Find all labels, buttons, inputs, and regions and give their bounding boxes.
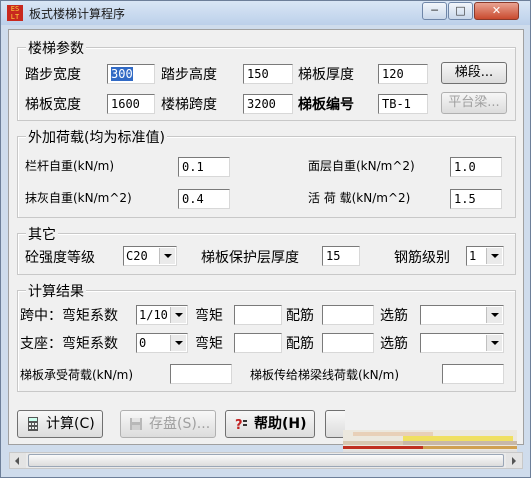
- slab-width-label: 梯板宽度: [25, 97, 81, 113]
- cover-thickness-label: 梯板保护层厚度: [201, 250, 299, 266]
- chevron-down-icon: [486, 307, 502, 323]
- calculator-icon: [28, 417, 38, 431]
- tread-height-label: 踏步高度: [161, 67, 217, 83]
- scroll-right-arrow-icon[interactable]: [506, 453, 522, 468]
- rebar-grade-label: 钢筋级别: [394, 250, 450, 266]
- help-button[interactable]: ? 帮助(H): [225, 410, 315, 438]
- support-moment-label: 弯矩: [195, 336, 223, 352]
- tread-height-field[interactable]: 150: [243, 64, 293, 84]
- plaster-field[interactable]: 0.4: [178, 189, 230, 209]
- mid-bar-select[interactable]: [420, 305, 504, 325]
- mid-reinforcement-field[interactable]: [322, 305, 374, 325]
- tread-width-field[interactable]: 300: [107, 64, 155, 84]
- save-button[interactable]: 存盘(S)...: [120, 410, 216, 438]
- loads-group: 外加荷载(均为标准值) 栏杆自重(kN/m) 0.1 面层自重(kN/m^2) …: [17, 127, 516, 218]
- app-icon: ES LT: [7, 5, 23, 21]
- concrete-grade-value: C20: [126, 249, 148, 263]
- horizontal-scrollbar[interactable]: [9, 452, 523, 469]
- window-title: 板式楼梯计算程序: [29, 7, 126, 21]
- mid-bar-select-label: 选筋: [380, 308, 408, 324]
- mid-moment-field[interactable]: [234, 305, 282, 325]
- save-disk-icon: [130, 418, 142, 430]
- rebar-grade-value: 1: [469, 249, 477, 263]
- slab-capacity-field[interactable]: [170, 364, 232, 384]
- rebar-grade-select[interactable]: 1: [466, 246, 504, 266]
- mid-moment-coef-value: 1/10: [139, 308, 168, 322]
- support-reinforcement-label: 配筋: [286, 336, 314, 352]
- scroll-thumb[interactable]: [28, 454, 504, 467]
- cover-thickness-field[interactable]: 15: [322, 246, 360, 266]
- results-group: 计算结果 跨中：弯矩系数 1/10 弯矩 配筋 选筋 支座：弯矩系数 0 弯矩 …: [17, 281, 516, 392]
- beam-line-load-field[interactable]: [442, 364, 504, 384]
- slab-capacity-label: 梯板承受荷载(kN/m): [20, 368, 134, 382]
- slab-thickness-label: 梯板厚度: [298, 67, 354, 83]
- stair-params-group: 楼梯参数 踏步宽度 300 踏步高度 150 梯板厚度 120 梯段... 梯板…: [17, 38, 516, 121]
- surface-label: 面层自重(kN/m^2): [308, 159, 415, 173]
- slab-width-field[interactable]: 1600: [107, 94, 155, 114]
- surface-field[interactable]: 1.0: [450, 157, 502, 177]
- minimize-button[interactable]: ─: [422, 2, 447, 20]
- chevron-down-icon: [486, 335, 502, 351]
- chevron-down-icon: [170, 335, 186, 351]
- help-label: 帮助(H): [254, 416, 307, 432]
- exit-button[interactable]: [325, 410, 345, 438]
- calculate-button[interactable]: 计算(C): [17, 410, 103, 438]
- loads-legend: 外加荷载(均为标准值): [26, 127, 167, 147]
- stair-params-legend: 楼梯参数: [26, 38, 86, 58]
- chevron-down-icon: [486, 248, 502, 264]
- support-moment-field[interactable]: [234, 333, 282, 353]
- landing-beam-button[interactable]: 平台梁...: [441, 92, 507, 114]
- save-label: 存盘(S)...: [149, 416, 211, 432]
- tread-width-label: 踏步宽度: [25, 67, 81, 83]
- app-window: ES LT 板式楼梯计算程序 ─ □ ✕ 楼梯参数 踏步宽度 300 踏步高度 …: [0, 0, 531, 478]
- live-load-field[interactable]: 1.5: [450, 189, 502, 209]
- segment-button[interactable]: 梯段...: [441, 62, 507, 84]
- svg-text:?: ?: [235, 418, 243, 431]
- mid-moment-coef-select[interactable]: 1/10: [136, 305, 188, 325]
- slab-id-label: 梯板编号: [298, 97, 354, 113]
- support-moment-coef-select[interactable]: 0: [136, 333, 188, 353]
- support-moment-coef-value: 0: [139, 336, 147, 350]
- railing-field[interactable]: 0.1: [178, 157, 230, 177]
- title-bar: ES LT 板式楼梯计算程序 ─ □ ✕: [1, 1, 530, 25]
- close-icon: ✕: [491, 4, 502, 17]
- help-icon: ?: [235, 418, 247, 431]
- scroll-left-arrow-icon[interactable]: [10, 453, 26, 468]
- support-bar-select-label: 选筋: [380, 336, 408, 352]
- plaster-label: 抹灰自重(kN/m^2): [25, 191, 132, 205]
- span-field[interactable]: 3200: [243, 94, 293, 114]
- maximize-icon: □: [455, 4, 466, 17]
- calculate-label: 计算(C): [46, 416, 95, 432]
- slab-thickness-field[interactable]: 120: [378, 64, 428, 84]
- concrete-grade-label: 砼强度等级: [25, 250, 95, 266]
- other-group: 其它 砼强度等级 C20 梯板保护层厚度 15 钢筋级别 1: [17, 224, 516, 275]
- railing-label: 栏杆自重(kN/m): [25, 159, 115, 173]
- close-button[interactable]: ✕: [474, 2, 519, 20]
- slab-id-field[interactable]: TB-1: [378, 94, 428, 114]
- support-moment-coef-label: 支座：弯矩系数: [20, 336, 118, 352]
- tread-width-value: 300: [111, 67, 133, 81]
- span-label: 楼梯跨度: [161, 97, 217, 113]
- live-load-label: 活 荷 载(kN/m^2): [308, 191, 411, 205]
- results-legend: 计算结果: [26, 281, 86, 301]
- other-legend: 其它: [26, 224, 58, 244]
- chevron-down-icon: [170, 307, 186, 323]
- support-bar-select[interactable]: [420, 333, 504, 353]
- maximize-button[interactable]: □: [448, 2, 473, 20]
- beam-line-load-label: 梯板传给梯梁线荷载(kN/m): [250, 368, 400, 382]
- mid-moment-label: 弯矩: [195, 308, 223, 324]
- mid-reinforcement-label: 配筋: [286, 308, 314, 324]
- support-reinforcement-field[interactable]: [322, 333, 374, 353]
- minimize-icon: ─: [431, 4, 438, 17]
- concrete-grade-select[interactable]: C20: [123, 246, 177, 266]
- mid-moment-coef-label: 跨中：弯矩系数: [20, 308, 118, 324]
- dialog-client: 楼梯参数 踏步宽度 300 踏步高度 150 梯板厚度 120 梯段... 梯板…: [8, 29, 524, 456]
- chevron-down-icon: [159, 248, 175, 264]
